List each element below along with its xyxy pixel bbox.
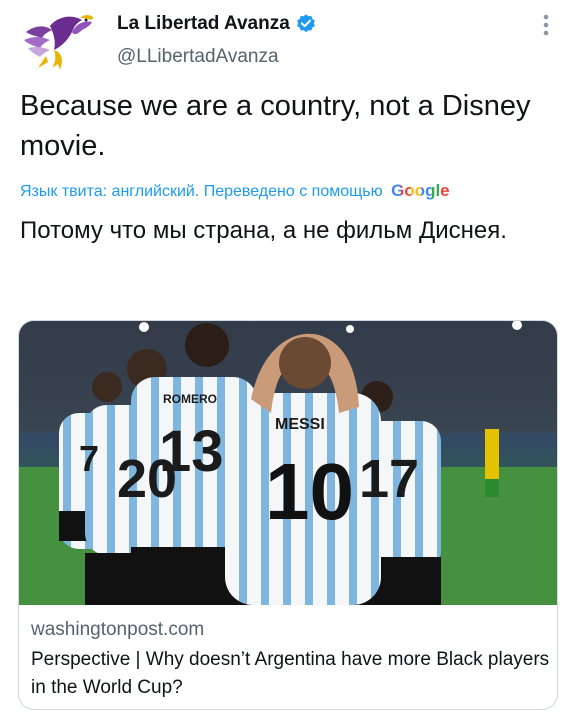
article-image[interactable]: 7 20 ROMERO 13 17 MESSI 10 <box>19 321 558 605</box>
player-number-17: 17 <box>359 449 419 509</box>
google-logo: Google <box>391 181 450 200</box>
more-options-icon <box>543 14 549 36</box>
user-handle[interactable]: @LLibertadAvanza <box>117 45 279 69</box>
display-name[interactable]: La Libertad Avanza <box>117 12 290 36</box>
link-card[interactable]: 7 20 ROMERO 13 17 MESSI 10 washingtonpos… <box>18 320 558 710</box>
player-number-13: 13 <box>159 419 224 484</box>
translation-notice[interactable]: Язык твита: английский. Переведено с пом… <box>20 180 560 203</box>
player-number-7: 7 <box>79 438 99 479</box>
translation-notice-text: Язык твита: английский. Переведено с пом… <box>20 183 383 200</box>
player-name-messi: MESSI <box>275 416 325 433</box>
translated-text: Потому что мы страна, а не фильм Диснея. <box>20 217 507 244</box>
more-options-button[interactable] <box>536 12 556 38</box>
tweet-text: Because we are a country, not a Disney m… <box>20 90 531 162</box>
player-name-romero: ROMERO <box>163 392 217 406</box>
tweet-header: La Libertad Avanza @LLibertadAvanza <box>0 0 576 80</box>
verified-badge-icon <box>296 14 315 33</box>
avatar[interactable] <box>20 10 98 74</box>
eagle-logo-icon <box>24 15 94 70</box>
player-number-10: 10 <box>265 447 354 536</box>
link-domain: washingtonpost.com <box>31 619 205 640</box>
link-title[interactable]: Perspective | Why doesn’t Argentina have… <box>31 646 551 702</box>
google-logo-text: Google <box>391 181 450 200</box>
